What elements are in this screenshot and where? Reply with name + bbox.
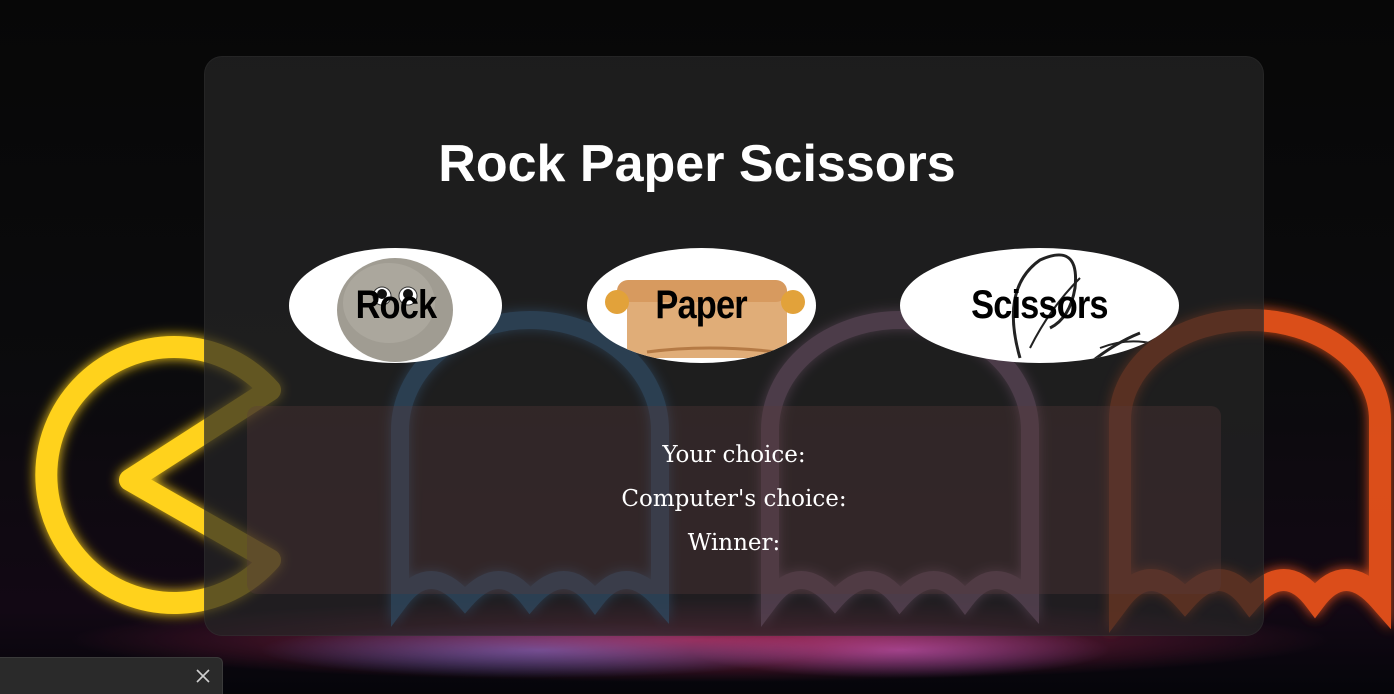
- your-choice-text: Your choice:: [662, 442, 806, 468]
- page-title: Rock Paper Scissors: [438, 135, 956, 193]
- results-panel: Your choice: Computer's choice: Winner:: [247, 406, 1221, 594]
- rock-button[interactable]: Rock: [289, 248, 502, 363]
- paper-button[interactable]: Paper: [587, 248, 816, 363]
- close-icon[interactable]: [194, 667, 212, 685]
- winner-text: Winner:: [687, 530, 781, 556]
- rock-label: Rock: [355, 283, 437, 327]
- bottom-toast: [0, 657, 223, 694]
- paper-label: Paper: [655, 283, 748, 327]
- scissors-button[interactable]: Scissors: [900, 248, 1179, 363]
- scissors-label: Scissors: [971, 283, 1108, 327]
- computer-choice-text: Computer's choice:: [621, 486, 847, 512]
